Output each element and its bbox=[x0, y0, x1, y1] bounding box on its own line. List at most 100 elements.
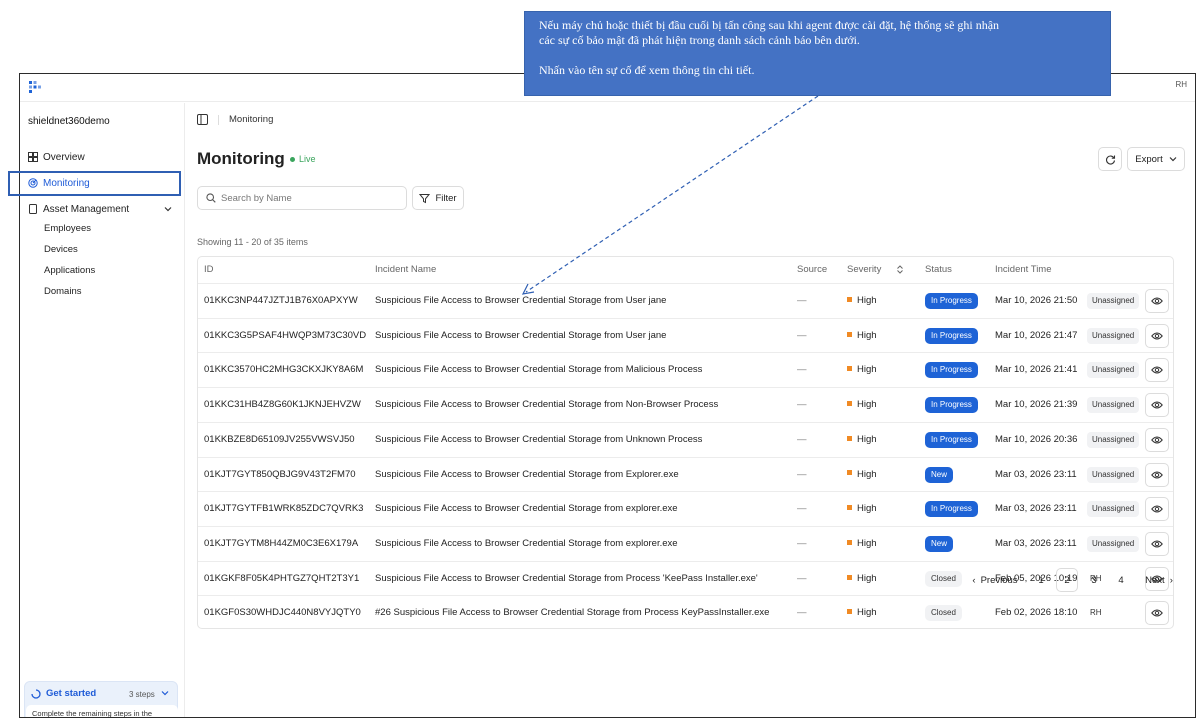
table-row[interactable]: 01KKC3NP447JZTJ1B76X0APXYW Suspicious Fil… bbox=[198, 283, 1173, 318]
chevron-down-icon[interactable] bbox=[161, 689, 169, 697]
sidebar-item-overview[interactable]: Overview bbox=[28, 149, 85, 165]
incident-name-link[interactable]: Suspicious File Access to Browser Creden… bbox=[375, 388, 718, 422]
filter-button[interactable]: Filter bbox=[412, 186, 464, 210]
incident-id: 01KJT7GYTM8H44ZM0C3E6X179A bbox=[204, 537, 359, 549]
divider bbox=[218, 114, 219, 125]
assignee-badge[interactable]: Unassigned bbox=[1087, 327, 1140, 344]
assignee-badge[interactable]: Unassigned bbox=[1087, 397, 1140, 414]
eye-icon bbox=[1151, 366, 1163, 374]
status-badge[interactable]: In Progress bbox=[925, 397, 978, 414]
status-badge[interactable]: Closed bbox=[925, 570, 962, 587]
page-1-button[interactable]: 1 bbox=[1032, 568, 1050, 592]
assignee-badge[interactable]: RH bbox=[1090, 605, 1102, 621]
table-row[interactable]: 01KJT7GYTM8H44ZM0C3E6X179A Suspicious Fil… bbox=[198, 525, 1173, 561]
eye-icon bbox=[1151, 505, 1163, 513]
incident-time: Mar 10, 2026 21:47 bbox=[995, 329, 1078, 341]
status-badge[interactable]: Closed bbox=[925, 605, 962, 622]
sidebar-item-domains[interactable]: Domains bbox=[44, 286, 82, 297]
status-badge[interactable]: In Progress bbox=[925, 327, 978, 344]
page-4-button[interactable]: 4 bbox=[1112, 568, 1130, 592]
chevron-down-icon[interactable] bbox=[164, 205, 172, 213]
incident-id: 01KKC3570HC2MHG3CKXJKY8A6M bbox=[204, 364, 364, 376]
incident-name-link[interactable]: Suspicious File Access to Browser Creden… bbox=[375, 284, 666, 318]
status-badge[interactable]: In Progress bbox=[925, 293, 978, 309]
export-button[interactable]: Export bbox=[1127, 147, 1185, 171]
app-logo-icon[interactable] bbox=[28, 80, 42, 94]
table-row[interactable]: 01KJT7GYTFB1WRK85ZDC7QVRK3 Suspicious Fil… bbox=[198, 491, 1173, 526]
get-started-card[interactable]: Get started 3 steps Complete the remaini… bbox=[24, 681, 178, 717]
table-row[interactable]: 01KKC3570HC2MHG3CKXJKY8A6M Suspicious Fil… bbox=[198, 352, 1173, 387]
table-row[interactable]: 01KGKF8F05K4PHTGZ7QHT2T3Y1 Suspicious Fil… bbox=[198, 560, 1173, 596]
status-badge[interactable]: New bbox=[925, 466, 954, 483]
status-badge[interactable]: In Progress bbox=[925, 362, 978, 379]
annotation-line-3: Nhấn vào tên sự cố để xem thông tin chi … bbox=[539, 63, 755, 77]
breadcrumb: Monitoring bbox=[197, 114, 273, 125]
view-details-button[interactable] bbox=[1145, 601, 1169, 626]
assignee-badge[interactable]: Unassigned bbox=[1087, 501, 1140, 518]
assignee-badge[interactable]: Unassigned bbox=[1087, 466, 1140, 483]
page-2-button[interactable]: 2 bbox=[1056, 568, 1078, 592]
device-icon bbox=[29, 204, 37, 214]
view-details-button[interactable] bbox=[1145, 531, 1169, 556]
sidebar-item-devices[interactable]: Devices bbox=[44, 244, 78, 255]
view-details-button[interactable] bbox=[1145, 358, 1169, 383]
chevron-right-icon: › bbox=[1169, 574, 1173, 586]
view-details-button[interactable] bbox=[1145, 427, 1169, 452]
search-input[interactable] bbox=[221, 192, 391, 204]
view-details-button[interactable] bbox=[1145, 462, 1169, 487]
table-row[interactable]: 01KKBZE8D65109JV255VWSVJ50 Suspicious Fil… bbox=[198, 421, 1173, 457]
live-dot bbox=[290, 156, 295, 162]
incident-source: — bbox=[797, 503, 807, 515]
previous-page-button[interactable]: ‹ Previous bbox=[966, 568, 1024, 592]
assignee-badge[interactable]: Unassigned bbox=[1087, 293, 1140, 309]
table-row[interactable]: 01KKC3G5PSAF4HWQP3M73C30VD Suspicious Fil… bbox=[198, 317, 1173, 353]
sidebar-toggle-icon[interactable] bbox=[197, 114, 208, 125]
eye-icon bbox=[1151, 471, 1163, 478]
view-details-button[interactable] bbox=[1145, 393, 1169, 418]
column-header-incident-time: Incident Time bbox=[995, 264, 1052, 275]
incident-time: Mar 10, 2026 20:36 bbox=[995, 433, 1078, 445]
org-name[interactable]: shieldnet360demo bbox=[28, 116, 110, 127]
incident-name-link[interactable]: Suspicious File Access to Browser Creden… bbox=[375, 562, 758, 596]
status-badge[interactable]: New bbox=[925, 535, 954, 552]
grid-icon bbox=[28, 152, 38, 162]
page-3-button[interactable]: 3 bbox=[1085, 568, 1103, 592]
severity-dot bbox=[847, 574, 852, 580]
assignee-badge[interactable]: Unassigned bbox=[1087, 431, 1140, 448]
chevron-left-icon: ‹ bbox=[972, 574, 976, 586]
annotation-line-2: các sự cố bảo mật đã phát hiện trong dan… bbox=[539, 33, 860, 47]
table-row[interactable]: 01KKC31HB4Z8G60K1JKNJEHVZW Suspicious Fil… bbox=[198, 387, 1173, 422]
table-row[interactable]: 01KJT7GYT850QBJG9V43T2FM70 Suspicious Fil… bbox=[198, 456, 1173, 492]
get-started-description: Complete the remaining steps in the chec… bbox=[26, 705, 178, 717]
incident-name-link[interactable]: Suspicious File Access to Browser Creden… bbox=[375, 458, 679, 492]
column-header-severity[interactable]: Severity bbox=[847, 257, 904, 283]
incident-name-link[interactable]: Suspicious File Access to Browser Creden… bbox=[375, 423, 702, 457]
table-row[interactable]: 01KGF0S30WHDJC440N8VYJQTY0 #26 Suspicious… bbox=[198, 595, 1173, 630]
incident-name-link[interactable]: Suspicious File Access to Browser Creden… bbox=[375, 527, 678, 561]
incident-name-link[interactable]: Suspicious File Access to Browser Creden… bbox=[375, 353, 702, 387]
sidebar-item-asset-management[interactable]: Asset Management bbox=[28, 201, 129, 217]
view-details-button[interactable] bbox=[1145, 323, 1169, 348]
incident-source: — bbox=[797, 433, 807, 445]
assignee-badge[interactable]: Unassigned bbox=[1087, 362, 1140, 379]
sidebar-item-employees[interactable]: Employees bbox=[44, 223, 91, 234]
assignee-badge[interactable]: Unassigned bbox=[1087, 535, 1140, 552]
chevron-down-icon bbox=[1169, 157, 1177, 162]
view-details-button[interactable] bbox=[1145, 497, 1169, 522]
eye-icon bbox=[1151, 609, 1163, 617]
status-badge[interactable]: In Progress bbox=[925, 431, 978, 448]
search-box[interactable] bbox=[197, 186, 407, 210]
next-page-button[interactable]: Next › bbox=[1139, 568, 1179, 592]
sidebar-item-applications[interactable]: Applications bbox=[44, 265, 95, 276]
incident-name-link[interactable]: Suspicious File Access to Browser Creden… bbox=[375, 319, 666, 353]
incident-name-link[interactable]: Suspicious File Access to Browser Creden… bbox=[375, 492, 678, 526]
column-header-incident-name: Incident Name bbox=[375, 264, 437, 275]
severity-label: High bbox=[857, 364, 877, 376]
user-avatar[interactable]: RH bbox=[1175, 80, 1187, 89]
status-badge[interactable]: In Progress bbox=[925, 501, 978, 518]
refresh-button[interactable] bbox=[1098, 147, 1122, 171]
sort-icon[interactable] bbox=[896, 265, 904, 274]
incident-name-link[interactable]: #26 Suspicious File Access to Browser Cr… bbox=[375, 596, 769, 630]
view-details-button[interactable] bbox=[1145, 289, 1169, 313]
get-started-title: Get started bbox=[46, 688, 97, 699]
